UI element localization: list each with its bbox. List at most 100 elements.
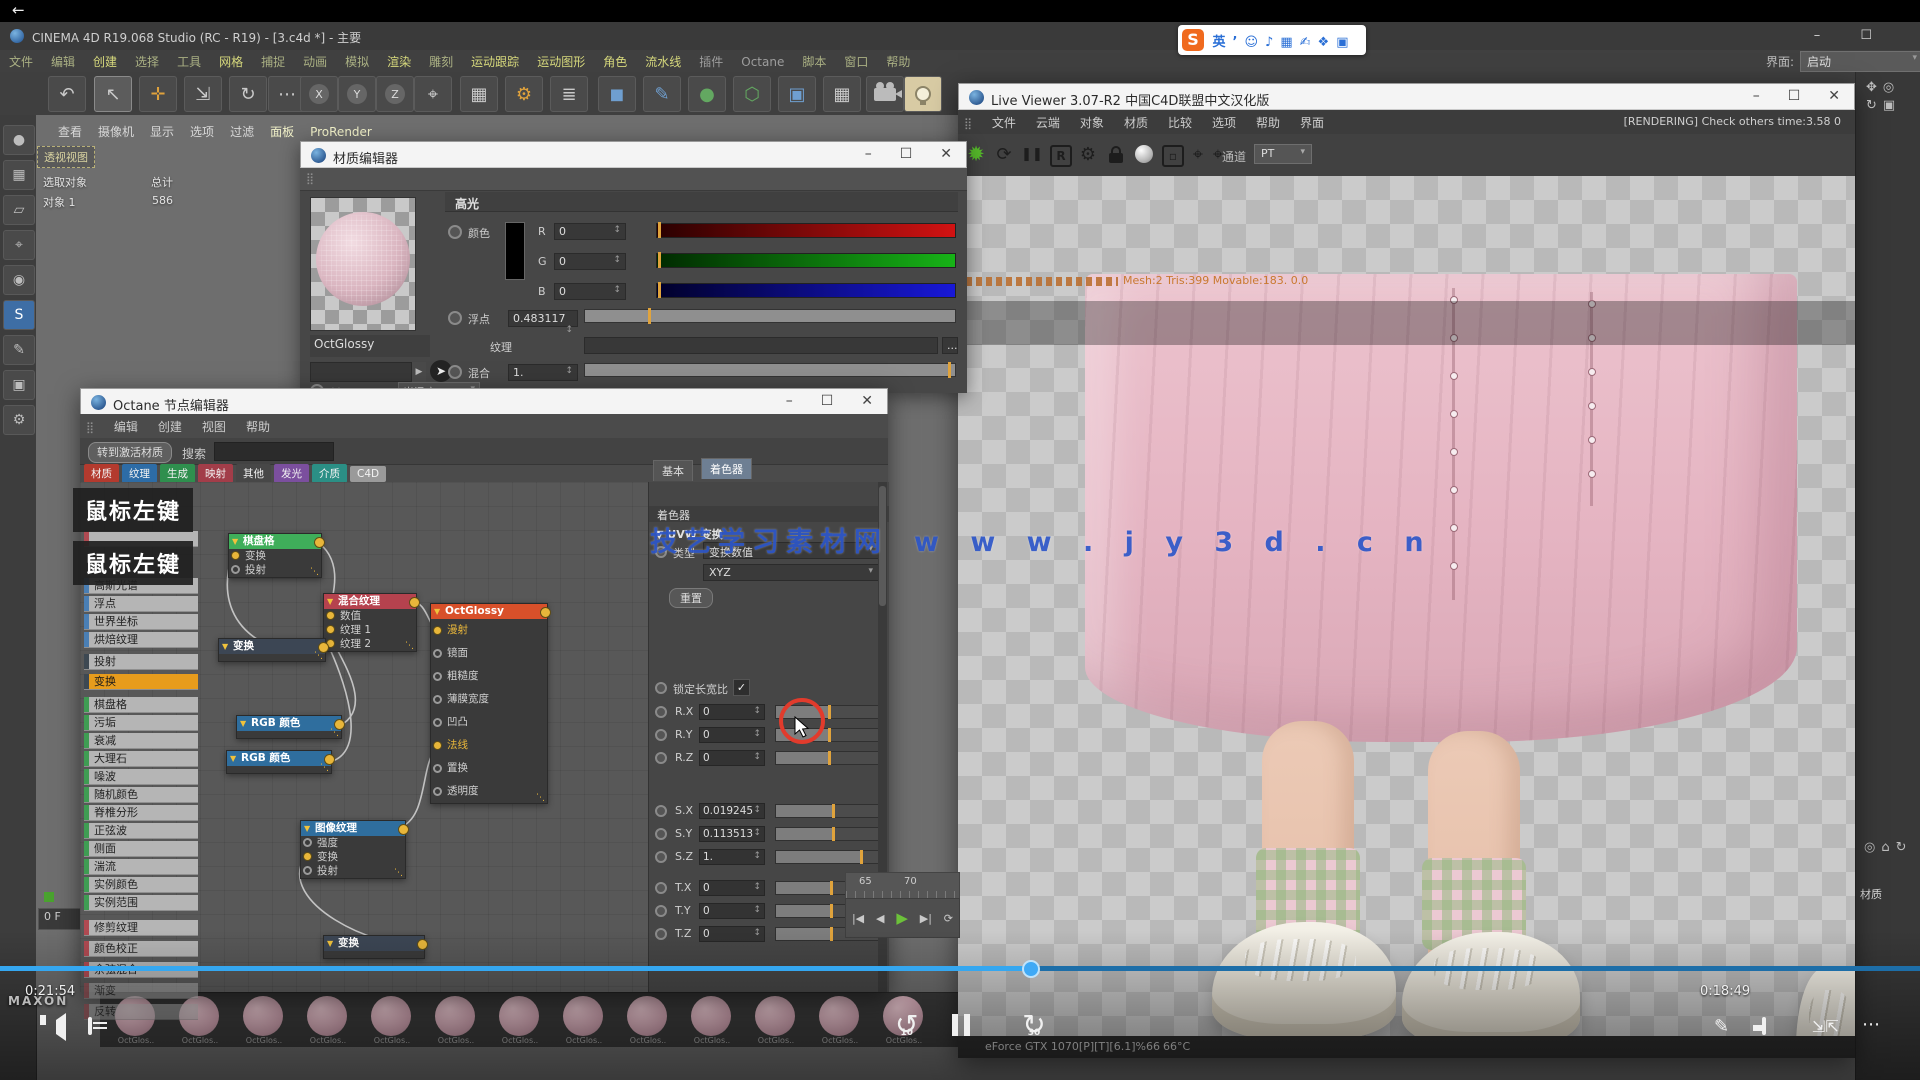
c4d-menu-item-8[interactable]: 模拟 [336, 50, 378, 73]
forward-30-icon[interactable]: ↻30 [1022, 1008, 1045, 1041]
T.X-value[interactable]: 0↕ [699, 880, 765, 896]
progress-handle[interactable] [1022, 960, 1040, 978]
knob-icon[interactable] [655, 729, 667, 741]
G-gradient-slider[interactable] [656, 253, 956, 268]
render-queue-icon[interactable]: ≣ [550, 76, 588, 112]
node-list-item-正弦波[interactable]: 正弦波 [84, 823, 198, 839]
exit-fullscreen-icon[interactable]: ⇲⇱ [1812, 1017, 1839, 1036]
viewport-nav-icons-small[interactable]: ◎⌂↻ [1864, 840, 1913, 855]
punctuation-icon[interactable]: ’ [1233, 35, 1238, 50]
float-knob-icon[interactable] [448, 311, 462, 325]
mix-value[interactable]: 1.↕ [508, 364, 578, 381]
settings-mode-icon[interactable]: ⚙ [3, 405, 35, 435]
drag-grip-icon[interactable]: ⣿ [80, 417, 100, 438]
mix-knob-icon[interactable] [448, 365, 462, 379]
live-viewer-menu-item-0[interactable]: 文件 [982, 110, 1026, 135]
knob-icon[interactable] [655, 882, 667, 894]
live-viewer-window-controls[interactable]: –☐✕ [1725, 88, 1840, 104]
R-gradient-slider[interactable] [656, 223, 956, 238]
c4d-menu-item-2[interactable]: 创建 [84, 50, 126, 73]
S.Z-value[interactable]: 1.↕ [699, 849, 765, 865]
c4d-menu-item-4[interactable]: 工具 [168, 50, 210, 73]
texture-field[interactable] [584, 337, 938, 354]
c4d-window-controls[interactable]: – ☐ [1814, 28, 1890, 43]
S.Y-value[interactable]: 0.113513↕ [699, 826, 765, 842]
graph-node-RGB 颜色[interactable]: RGB 颜色▼⋱ [226, 750, 332, 774]
material-editor-titlebar[interactable]: 材质编辑器 –☐✕ [300, 141, 967, 168]
coord-system-icon[interactable]: ⌖ [414, 76, 452, 112]
sogou-input-bar[interactable]: S 英’☺♪▦✍❖▣ [1178, 25, 1366, 55]
node-input-dot[interactable] [303, 852, 312, 861]
drag-grip-icon[interactable]: ⣿ [958, 113, 978, 134]
viewport-nav-icons-2[interactable]: ↻▣ [1866, 98, 1901, 113]
node-input-dot[interactable] [303, 838, 312, 847]
c4d-menu-item-1[interactable]: 编辑 [42, 50, 84, 73]
node-output-dot[interactable] [540, 607, 551, 618]
c4d-menu-item-7[interactable]: 动画 [294, 50, 336, 73]
camera-icon[interactable] [866, 76, 904, 112]
axis-x-icon[interactable]: X [300, 76, 338, 112]
tab-basic[interactable]: 基本 [653, 460, 693, 481]
rewind-10-icon[interactable]: ↺10 [895, 1008, 918, 1041]
mix-slider[interactable] [584, 363, 956, 377]
S.X-slider[interactable] [775, 804, 885, 818]
node-editor-titlebar[interactable]: Octane 节点编辑器 –☐✕ [80, 388, 888, 415]
annotate-pencil-icon[interactable]: ✎ [1714, 1016, 1729, 1037]
node-list-item-噪波[interactable]: 噪波 [84, 769, 198, 785]
node-input-dot[interactable] [303, 866, 312, 875]
knob-icon[interactable] [655, 905, 667, 917]
node-tab-其他[interactable]: 其他 [236, 464, 271, 483]
lang-cn-en-icon[interactable]: 英 [1213, 35, 1226, 50]
toolbox-icon[interactable]: ▣ [1336, 35, 1348, 50]
emoji-icon[interactable]: ☺ [1244, 35, 1258, 50]
node-input-dot[interactable] [433, 695, 442, 704]
node-input-dot[interactable] [231, 565, 240, 574]
graph-node-图像纹理[interactable]: 图像纹理▼强度变换投射⋱ [300, 820, 406, 879]
node-resize-handle[interactable]: ⋱ [536, 793, 545, 803]
live-viewer-menu-item-3[interactable]: 材质 [1114, 110, 1158, 135]
graph-node-RGB 颜色[interactable]: RGB 颜色▼⋱ [236, 715, 342, 739]
node-output-dot[interactable] [409, 597, 420, 608]
node-tab-C4D[interactable]: C4D [350, 466, 386, 482]
pause-icon[interactable] [952, 1014, 970, 1036]
material-editor-grip[interactable]: ⣿ [300, 168, 967, 191]
workplane-mode-icon[interactable]: ▱ [3, 195, 35, 225]
node-list-item-烘焙纹理[interactable]: 烘焙纹理 [84, 632, 198, 648]
goto-active-material-button[interactable]: 转到激活材质 [88, 442, 172, 463]
node-tab-介质[interactable]: 介质 [312, 464, 347, 483]
viewport-menu-item-5[interactable]: 面板 [262, 121, 302, 142]
viewport-menu-item-6[interactable]: ProRender [302, 123, 380, 141]
node-tab-材质[interactable]: 材质 [84, 464, 119, 483]
c4d-menu-item-16[interactable]: Octane [732, 52, 793, 72]
node-editor-menu-item-0[interactable]: 编辑 [104, 414, 148, 439]
node-list-item-实例颜色[interactable]: 实例颜色 [84, 877, 198, 893]
mograph-icon[interactable]: ⬡ [733, 76, 771, 112]
material-ball-icon[interactable] [1132, 142, 1156, 166]
lock-resolution-icon[interactable] [1104, 142, 1128, 166]
viewport-menu-item-4[interactable]: 过滤 [222, 121, 262, 142]
handwriting-icon[interactable]: ✍ [1300, 35, 1311, 50]
node-list-item-衰减[interactable]: 衰减 [84, 733, 198, 749]
render-view-icon[interactable]: ▦ [460, 76, 498, 112]
more-options-icon[interactable]: ⋯ [1862, 1014, 1882, 1035]
node-list-item-大理石[interactable]: 大理石 [84, 751, 198, 767]
c4d-menu-item-9[interactable]: 渲染 [378, 50, 420, 73]
graph-node-混合纹理[interactable]: 混合纹理▼数值纹理 1纹理 2⋱ [323, 593, 417, 652]
spline-pen-icon[interactable]: ✎ [643, 76, 681, 112]
R.Z-slider[interactable] [775, 751, 885, 765]
node-editor-menu-item-1[interactable]: 创建 [148, 414, 192, 439]
viewport-mode-icon[interactable]: ◉ [3, 265, 35, 295]
axis-z-icon[interactable]: Z [376, 76, 414, 112]
live-viewer-menu-item-2[interactable]: 对象 [1070, 110, 1114, 135]
generators-icon[interactable]: ● [688, 76, 726, 112]
soft-keyboard-icon[interactable]: ▦ [1280, 35, 1292, 50]
node-input-dot[interactable] [433, 672, 442, 681]
node-tab-生成[interactable]: 生成 [160, 464, 195, 483]
node-resize-handle[interactable]: ⋱ [314, 651, 323, 661]
R.X-value[interactable]: 0↕ [699, 704, 765, 720]
material-editor-window-controls[interactable]: –☐✕ [837, 146, 952, 162]
S.Z-slider[interactable] [775, 850, 885, 864]
viewport-menu-item-1[interactable]: 摄像机 [90, 121, 142, 142]
undo-icon[interactable]: ↶ [48, 76, 86, 112]
node-editor-menu-item-2[interactable]: 视图 [192, 414, 236, 439]
